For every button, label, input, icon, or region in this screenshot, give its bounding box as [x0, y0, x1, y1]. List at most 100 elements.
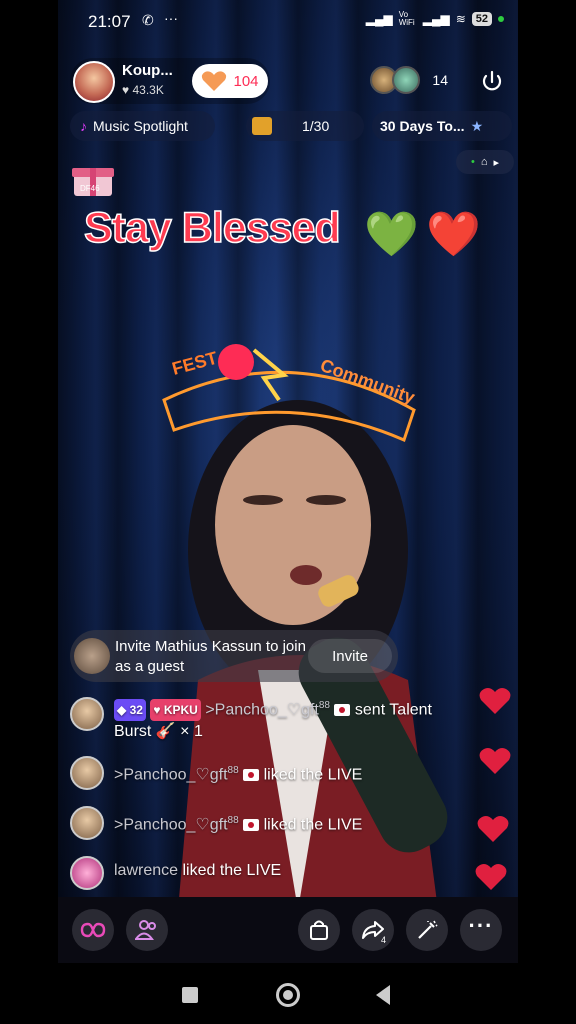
comment-action: liked the LIVE — [263, 816, 363, 834]
recents-button[interactable] — [182, 987, 198, 1003]
share-count: 4 — [380, 935, 386, 945]
comment-user-sup: 88 — [227, 765, 239, 776]
comment-user[interactable]: >Panchoo_♡gft — [114, 816, 228, 833]
host-avatar[interactable] — [73, 61, 115, 103]
comment-action: liked the LIVE — [263, 766, 363, 784]
status-bar: 21:07 ✆ ··· ▂▄▆ Vo WiFi ▂▄▆ ≋ 52 — [58, 0, 518, 44]
play-icon: ▸ — [493, 156, 500, 169]
more-options-button[interactable]: ··· — [460, 909, 502, 951]
comment-user[interactable]: >Panchoo_♡gft — [114, 766, 228, 783]
comment-item: ◆ 32 ♥ KPKU >Panchoo_♡gft88 sent Talent … — [70, 695, 510, 743]
power-icon[interactable] — [480, 70, 504, 94]
signal2-icon: ▂▄▆ — [422, 12, 450, 26]
shopping-bag-icon — [310, 920, 328, 940]
comment-user-sup: 88 — [318, 700, 330, 711]
gift-box-icon[interactable]: DF46 — [70, 158, 116, 198]
effects-button[interactable] — [406, 909, 448, 951]
thirty-days-pill[interactable]: 30 Days To... ★ — [372, 111, 512, 141]
gift-item-icon: 🎸 — [155, 723, 176, 741]
floating-heart-icon — [479, 688, 511, 714]
wifi-calling-label: Vo WiFi — [398, 10, 415, 27]
camera-control[interactable]: • ⌂ ▸ — [456, 150, 514, 174]
comment-user-sup: 88 — [227, 815, 239, 826]
comment-action: liked the LIVE — [182, 862, 282, 879]
guest-avatar — [74, 638, 110, 674]
shop-button[interactable] — [298, 909, 340, 951]
invite-guest-text: Invite Mathius Kassun to join as a guest — [115, 638, 306, 675]
commenter-avatar[interactable] — [70, 756, 104, 790]
event-icon: ★ — [470, 117, 484, 134]
fan-badge: ♥ KPKU — [150, 699, 201, 722]
comment-item: >Panchoo_♡gft88 liked the LIVE — [70, 756, 510, 790]
floating-heart-icon — [479, 748, 511, 774]
comment-user[interactable]: >Panchoo_♡gft — [205, 701, 319, 718]
comment-line-2: Burst 🎸 × 1 — [114, 721, 510, 743]
gift-multiplier: × 1 — [180, 723, 203, 741]
whatsapp-icon: ✆ — [142, 12, 154, 28]
guests-button[interactable] — [126, 909, 168, 951]
commenter-avatar[interactable] — [70, 856, 104, 890]
viewer-avatar[interactable] — [392, 66, 421, 94]
link-button[interactable] — [72, 909, 114, 951]
rank-label: 1/30 — [302, 118, 330, 134]
comment-line: >Panchoo_♡gft88 liked the LIVE — [114, 760, 510, 786]
follow-count: 104 — [233, 72, 259, 90]
invite-button[interactable]: Invite — [308, 639, 392, 673]
host-likes: ♥ 43.3K — [122, 83, 164, 97]
flag-icon — [334, 704, 351, 717]
fan-badge-label: KPKU — [163, 703, 198, 718]
host-likes-count: 43.3K — [132, 83, 164, 97]
signal-icon: ▂▄▆ — [365, 12, 393, 26]
stay-blessed-banner: Stay Blessed — [83, 203, 341, 253]
thirty-days-label: 30 Days To... — [380, 118, 465, 134]
comment-line: lawrence liked the LIVE — [114, 860, 510, 882]
green-heart-icon: 💚 — [364, 210, 419, 259]
host-name: Koup... — [122, 62, 173, 79]
more-icon: ··· — [468, 913, 494, 938]
viewer-count: 14 — [432, 72, 448, 88]
comment-action: sent Talent — [354, 701, 432, 719]
flag-icon — [243, 819, 260, 832]
more-status-icon: ··· — [164, 10, 178, 26]
phone-screen: FEST Community 21:07 ✆ ··· ▂▄▆ Vo WiFi ▂… — [58, 0, 518, 1024]
people-icon — [135, 920, 156, 940]
music-note-icon: ♪ — [80, 118, 87, 134]
follow-button[interactable]: 104 — [192, 64, 268, 98]
gift-name: Burst — [114, 723, 152, 741]
commenter-avatar[interactable] — [70, 697, 104, 731]
level-badge: ◆ 32 — [114, 699, 146, 722]
status-icons: ▂▄▆ Vo WiFi ▂▄▆ ≋ 52 — [366, 11, 504, 27]
bottom-action-bar: 4 ··· — [58, 897, 518, 963]
invite-guest-box: Invite Mathius Kassun to join as a guest… — [70, 630, 398, 682]
ranking-pill[interactable]: 1/30 — [246, 111, 364, 141]
gift-label: DF46 — [80, 184, 100, 193]
flag-icon — [243, 769, 260, 782]
share-button[interactable]: 4 — [352, 909, 394, 951]
commenter-avatar[interactable] — [70, 806, 104, 840]
fest-crown-effect: FEST Community — [162, 344, 418, 443]
svg-text:Community: Community — [318, 355, 418, 408]
comment-line: >Panchoo_♡gft88 liked the LIVE — [114, 810, 510, 836]
comment-user[interactable]: lawrence — [114, 862, 178, 879]
comment-item: lawrence liked the LIVE — [70, 856, 510, 890]
red-heart-icon: ❤️ — [426, 210, 481, 259]
heart-icon — [202, 71, 227, 91]
green-indicator-icon: • — [470, 156, 475, 168]
music-spotlight-pill[interactable]: ♪ Music Spotlight — [70, 111, 215, 141]
back-button[interactable] — [376, 985, 390, 1005]
magic-wand-icon — [418, 920, 438, 939]
home-button[interactable] — [276, 983, 300, 1007]
heart-small-icon: ♥ — [122, 83, 133, 97]
home-icon: ⌂ — [480, 156, 488, 168]
floating-heart-icon — [477, 816, 509, 842]
svg-text:FEST: FEST — [170, 348, 220, 379]
infinity-icon — [80, 922, 106, 938]
viewer-list[interactable]: 14 — [370, 66, 448, 94]
comment-item: >Panchoo_♡gft88 liked the LIVE — [70, 806, 510, 840]
green-dot-icon — [498, 16, 504, 22]
music-spotlight-label: Music Spotlight — [93, 118, 188, 134]
status-time: 21:07 — [88, 12, 131, 31]
battery-icon: 52 — [471, 12, 492, 26]
level-value: 32 — [129, 703, 143, 718]
system-nav-bar — [58, 963, 518, 1024]
